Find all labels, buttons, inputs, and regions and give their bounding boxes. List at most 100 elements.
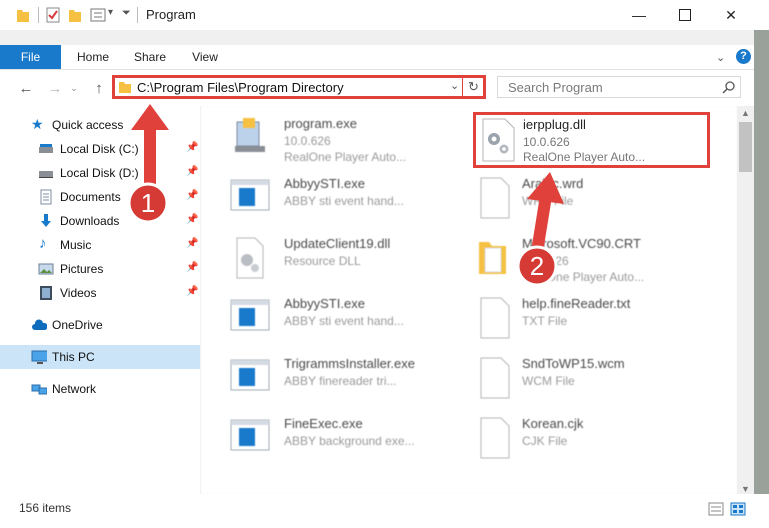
pin-icon: 📌: [186, 142, 199, 153]
minimize-button[interactable]: —: [616, 0, 662, 30]
blank-file-icon: [480, 357, 510, 399]
step-2-label: 2: [529, 251, 545, 281]
drive-icon: [39, 144, 53, 153]
divider: [137, 7, 138, 23]
file-version: 10.0.626: [523, 135, 570, 149]
address-path[interactable]: C:\Program Files\Program Directory: [137, 80, 344, 95]
list-item[interactable]: program.exe 10.0.626 RealOne Player Auto…: [229, 114, 469, 166]
new-folder-icon[interactable]: [68, 7, 82, 23]
file-name: ierpplug.dll: [523, 117, 586, 132]
sidebar-item-local-disk-d[interactable]: Local Disk (D:) 📌: [0, 161, 200, 185]
exe-icon: [235, 118, 265, 152]
documents-icon: [40, 189, 52, 205]
arrow-up-icon: ↑: [95, 79, 103, 97]
dll-gear-icon: [482, 118, 515, 162]
sidebar-item-local-disk-c[interactable]: Local Disk (C:) 📌: [0, 137, 200, 161]
step-1-label: 1: [140, 188, 156, 218]
back-button[interactable]: ←: [15, 78, 37, 98]
list-item[interactable]: help.fineReader.txt TXT File: [475, 294, 715, 346]
list-item[interactable]: AbbyySTI.exe ABBY sti event hand...: [229, 294, 469, 346]
item-count: 156 items: [19, 501, 72, 515]
list-item[interactable]: AbbyySTI.exe ABBY sti event hand...: [229, 174, 469, 226]
tab-file[interactable]: File: [0, 45, 61, 69]
forward-button[interactable]: →: [44, 78, 66, 98]
scrollbar-thumb[interactable]: [739, 122, 752, 172]
sidebar-item-pictures[interactable]: Pictures 📌: [0, 257, 200, 281]
list-item[interactable]: Arabic.wrd WRD File: [475, 174, 715, 226]
arrow-left-icon: ←: [18, 79, 34, 97]
sidebar-item-network[interactable]: Network: [0, 377, 200, 401]
help-icon[interactable]: ?: [736, 49, 751, 64]
close-button[interactable]: ✕: [708, 0, 754, 30]
maximize-button[interactable]: [662, 0, 708, 30]
music-icon: ♪: [39, 235, 47, 252]
folder-icon: [119, 82, 131, 93]
chevron-down-icon: ⌄: [70, 82, 78, 93]
folder-icon: [479, 242, 506, 274]
drive-icon: [39, 171, 53, 178]
large-icons-view-icon[interactable]: [730, 502, 746, 516]
list-item[interactable]: Microsoft.VC90.CRT 10.0.626 RealOne Play…: [475, 234, 715, 286]
scroll-up-icon[interactable]: ▲: [741, 108, 750, 118]
sidebar-item-quick-access[interactable]: ★ Quick access: [0, 113, 200, 137]
desktop-background: [754, 30, 769, 528]
divider: [38, 7, 39, 23]
customize-quick-access-icon[interactable]: ⏷: [122, 7, 131, 20]
properties-icon[interactable]: [46, 7, 60, 23]
pin-icon: 📌: [186, 166, 199, 177]
list-item[interactable]: Korean.cjk CJK File: [475, 414, 715, 466]
file-description: RealOne Player Auto...: [523, 150, 646, 164]
close-icon: ✕: [725, 6, 737, 23]
divider: [462, 75, 463, 99]
list-item[interactable]: UpdateClient19.dll Resource DLL: [229, 234, 469, 286]
folder-icon[interactable]: [16, 7, 30, 23]
window-icon: [230, 299, 270, 331]
sidebar-item-documents[interactable]: Documents 📌: [0, 185, 200, 209]
tab-home[interactable]: Home: [70, 45, 116, 69]
pin-icon: 📌: [186, 238, 199, 249]
dll-icon: [236, 237, 264, 279]
window-icon: [230, 419, 270, 451]
blank-file-icon: [480, 417, 510, 459]
status-bar: [0, 494, 769, 528]
pin-icon: 📌: [186, 214, 199, 225]
blank-file-icon: [480, 177, 510, 219]
pin-icon: 📌: [186, 190, 199, 201]
blank-file-icon: [480, 297, 510, 339]
sidebar-item-music[interactable]: ♪ Music 📌: [0, 233, 200, 257]
download-icon: [41, 214, 51, 227]
refresh-icon[interactable]: ↻: [468, 79, 479, 95]
scroll-down-icon[interactable]: ▼: [741, 484, 750, 494]
list-item[interactable]: TrigrammsInstaller.exe ABBY finereader t…: [229, 354, 469, 406]
recent-locations-button[interactable]: ⌄: [68, 78, 80, 98]
expand-ribbon-icon[interactable]: ⌄: [716, 51, 725, 64]
videos-icon: [40, 286, 52, 300]
list-item[interactable]: FineExec.exe ABBY background exe...: [229, 414, 469, 466]
sidebar-item-downloads[interactable]: Downloads 📌: [0, 209, 200, 233]
tab-share[interactable]: Share: [128, 45, 172, 69]
window-icon: [230, 359, 270, 391]
tab-view[interactable]: View: [184, 45, 226, 69]
pin-icon: 📌: [186, 262, 199, 273]
window-title: Program: [146, 7, 196, 22]
highlighted-file-ierpplug[interactable]: ierpplug.dll 10.0.626 RealOne Player Aut…: [473, 112, 710, 168]
chevron-down-icon[interactable]: ⌄: [450, 79, 459, 92]
sidebar-item-onedrive[interactable]: OneDrive: [0, 313, 200, 337]
sidebar-item-this-pc[interactable]: This PC: [0, 345, 200, 369]
pictures-icon: [38, 263, 54, 275]
list-item[interactable]: SndToWP15.wcm WCM File: [475, 354, 715, 406]
star-icon: ★: [31, 116, 44, 132]
network-icon: [31, 384, 47, 395]
up-button[interactable]: ↑: [88, 78, 110, 98]
minimize-icon: —: [632, 7, 646, 23]
window-icon: [230, 179, 270, 211]
maximize-icon: [679, 9, 691, 21]
search-placeholder: Search Program: [508, 80, 603, 95]
customize-icon[interactable]: [90, 7, 106, 23]
search-icon[interactable]: [722, 80, 736, 94]
computer-icon: [31, 350, 47, 364]
sidebar-item-videos[interactable]: Videos 📌: [0, 281, 200, 305]
details-view-icon[interactable]: [708, 502, 724, 516]
chevron-down-icon[interactable]: ▾: [108, 7, 113, 18]
pin-icon: 📌: [186, 286, 199, 297]
